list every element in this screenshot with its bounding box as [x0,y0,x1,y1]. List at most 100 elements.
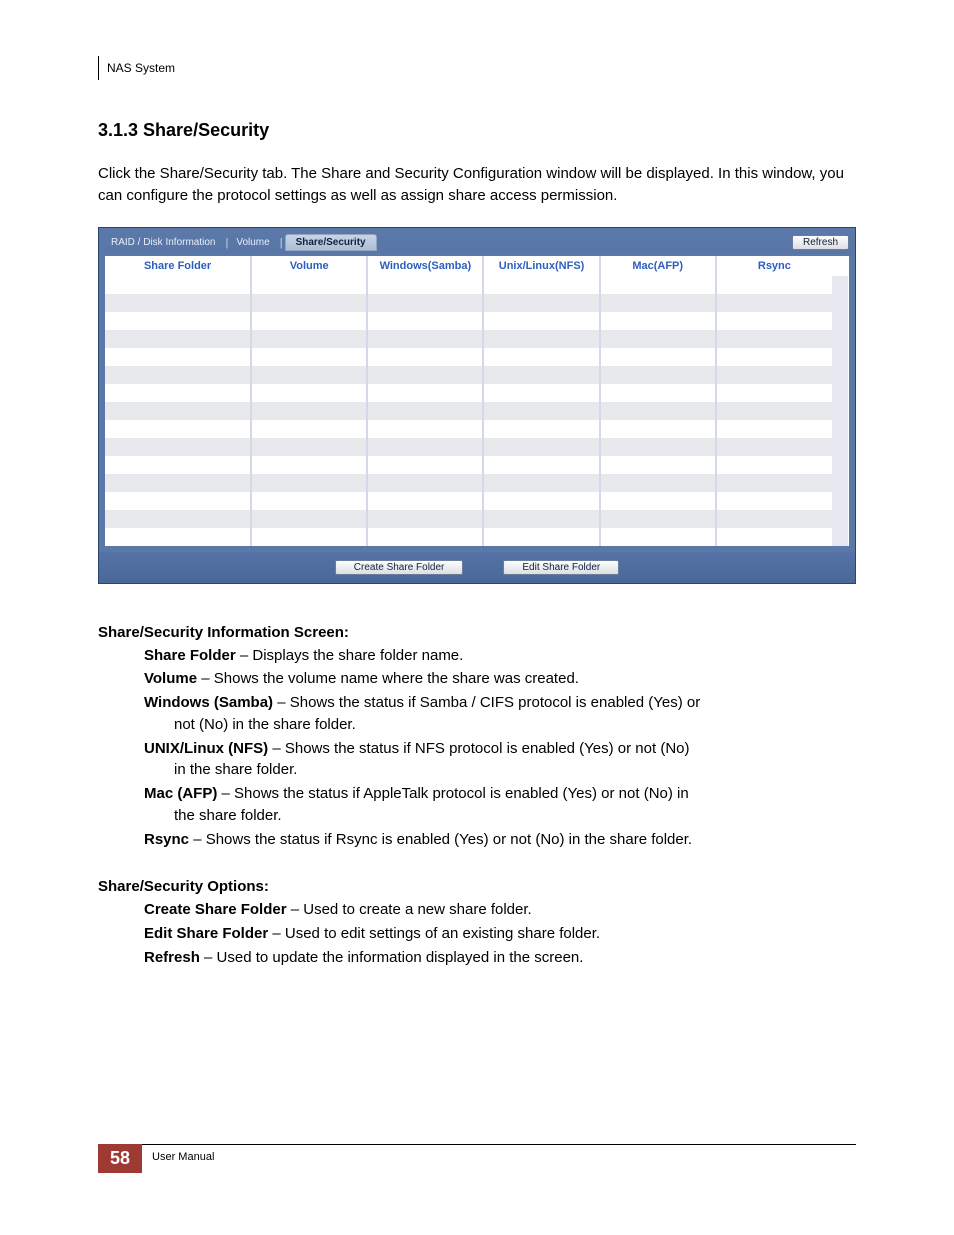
table-cell [600,492,716,510]
col-volume[interactable]: Volume [251,256,367,276]
table-cell [600,294,716,312]
table-row[interactable] [105,330,848,348]
col-rsync[interactable]: Rsync [716,256,832,276]
table-row[interactable] [105,456,848,474]
table-cell [600,510,716,528]
options-heading: Share/Security Options: [98,878,856,895]
edit-share-folder-button[interactable]: Edit Share Folder [503,560,619,575]
info-desc-cont: the share folder. [144,805,856,827]
tab-share-security[interactable]: Share/Security [285,234,377,251]
info-desc: – Shows the volume name where the share … [197,670,579,687]
table-row[interactable] [105,402,848,420]
info-item: Volume – Shows the volume name where the… [144,668,856,690]
table-cell [483,294,599,312]
table-cell [716,312,832,330]
table-cell [105,384,251,402]
table-cell [251,348,367,366]
table-cell [367,402,483,420]
table-cell [483,276,599,294]
table-cell [251,402,367,420]
table-cell [832,276,848,294]
table-cell [483,492,599,510]
table-cell [716,456,832,474]
table-cell [251,276,367,294]
system-name: NAS System [107,61,175,75]
option-desc: – Used to create a new share folder. [287,901,532,918]
table-cell [251,528,367,546]
table-cell [832,474,848,492]
page-number: 58 [98,1144,142,1173]
table-cell [251,384,367,402]
info-item: Mac (AFP) – Shows the status if AppleTal… [144,783,856,827]
table-wrap: Share Folder Volume Windows(Samba) Unix/… [99,254,855,552]
table-cell [600,348,716,366]
table-row[interactable] [105,312,848,330]
table-row[interactable] [105,492,848,510]
info-term: Windows (Samba) [144,694,273,711]
table-cell [105,456,251,474]
table-cell [483,348,599,366]
table-row[interactable] [105,294,848,312]
table-row[interactable] [105,384,848,402]
col-unix[interactable]: Unix/Linux(NFS) [483,256,599,276]
table-cell [105,312,251,330]
table-row[interactable] [105,420,848,438]
option-item: Create Share Folder – Used to create a n… [144,899,856,921]
table-cell [251,420,367,438]
create-share-folder-button[interactable]: Create Share Folder [335,560,464,575]
tab-bar: RAID / Disk Information | Volume | Share… [99,228,855,254]
table-row[interactable] [105,438,848,456]
table-cell [367,528,483,546]
table-cell [716,474,832,492]
table-cell [716,366,832,384]
table-cell [600,420,716,438]
table-cell [483,438,599,456]
table-cell [367,456,483,474]
table-cell [832,420,848,438]
table-cell [716,510,832,528]
info-desc: – Shows the status if AppleTalk protocol… [217,785,688,802]
table-cell [600,438,716,456]
table-cell [600,276,716,294]
doc-header: NAS System [98,56,856,80]
table-row[interactable] [105,366,848,384]
info-desc-cont: in the share folder. [144,759,856,781]
table-row[interactable] [105,528,848,546]
table-cell [251,492,367,510]
table-cell [600,402,716,420]
col-windows[interactable]: Windows(Samba) [367,256,483,276]
table-cell [600,330,716,348]
table-cell [832,348,848,366]
option-term: Edit Share Folder [144,925,268,942]
info-item: Windows (Samba) – Shows the status if Sa… [144,692,856,736]
table-cell [367,492,483,510]
table-cell [716,294,832,312]
table-row[interactable] [105,510,848,528]
table-cell [367,366,483,384]
table-cell [716,276,832,294]
table-cell [367,312,483,330]
tab-volume[interactable]: Volume [230,234,277,251]
info-desc: – Shows the status if NFS protocol is en… [268,740,689,757]
tab-raid[interactable]: RAID / Disk Information [105,234,223,251]
table-cell [832,510,848,528]
table-cell [716,438,832,456]
table-cell [832,330,848,348]
table-cell [600,384,716,402]
table-cell [600,366,716,384]
col-mac[interactable]: Mac(AFP) [600,256,716,276]
table-row[interactable] [105,474,848,492]
info-desc: – Shows the status if Samba / CIFS proto… [273,694,700,711]
info-screen-heading: Share/Security Information Screen: [98,624,856,641]
info-item: UNIX/Linux (NFS) – Shows the status if N… [144,738,856,782]
table-row[interactable] [105,276,848,294]
table-cell [105,438,251,456]
info-desc-cont: not (No) in the share folder. [144,714,856,736]
table-cell [367,294,483,312]
refresh-button[interactable]: Refresh [792,235,849,250]
table-cell [251,330,367,348]
table-cell [105,294,251,312]
table-row[interactable] [105,348,848,366]
section-heading: 3.1.3 Share/Security [98,120,856,141]
col-share-folder[interactable]: Share Folder [105,256,251,276]
